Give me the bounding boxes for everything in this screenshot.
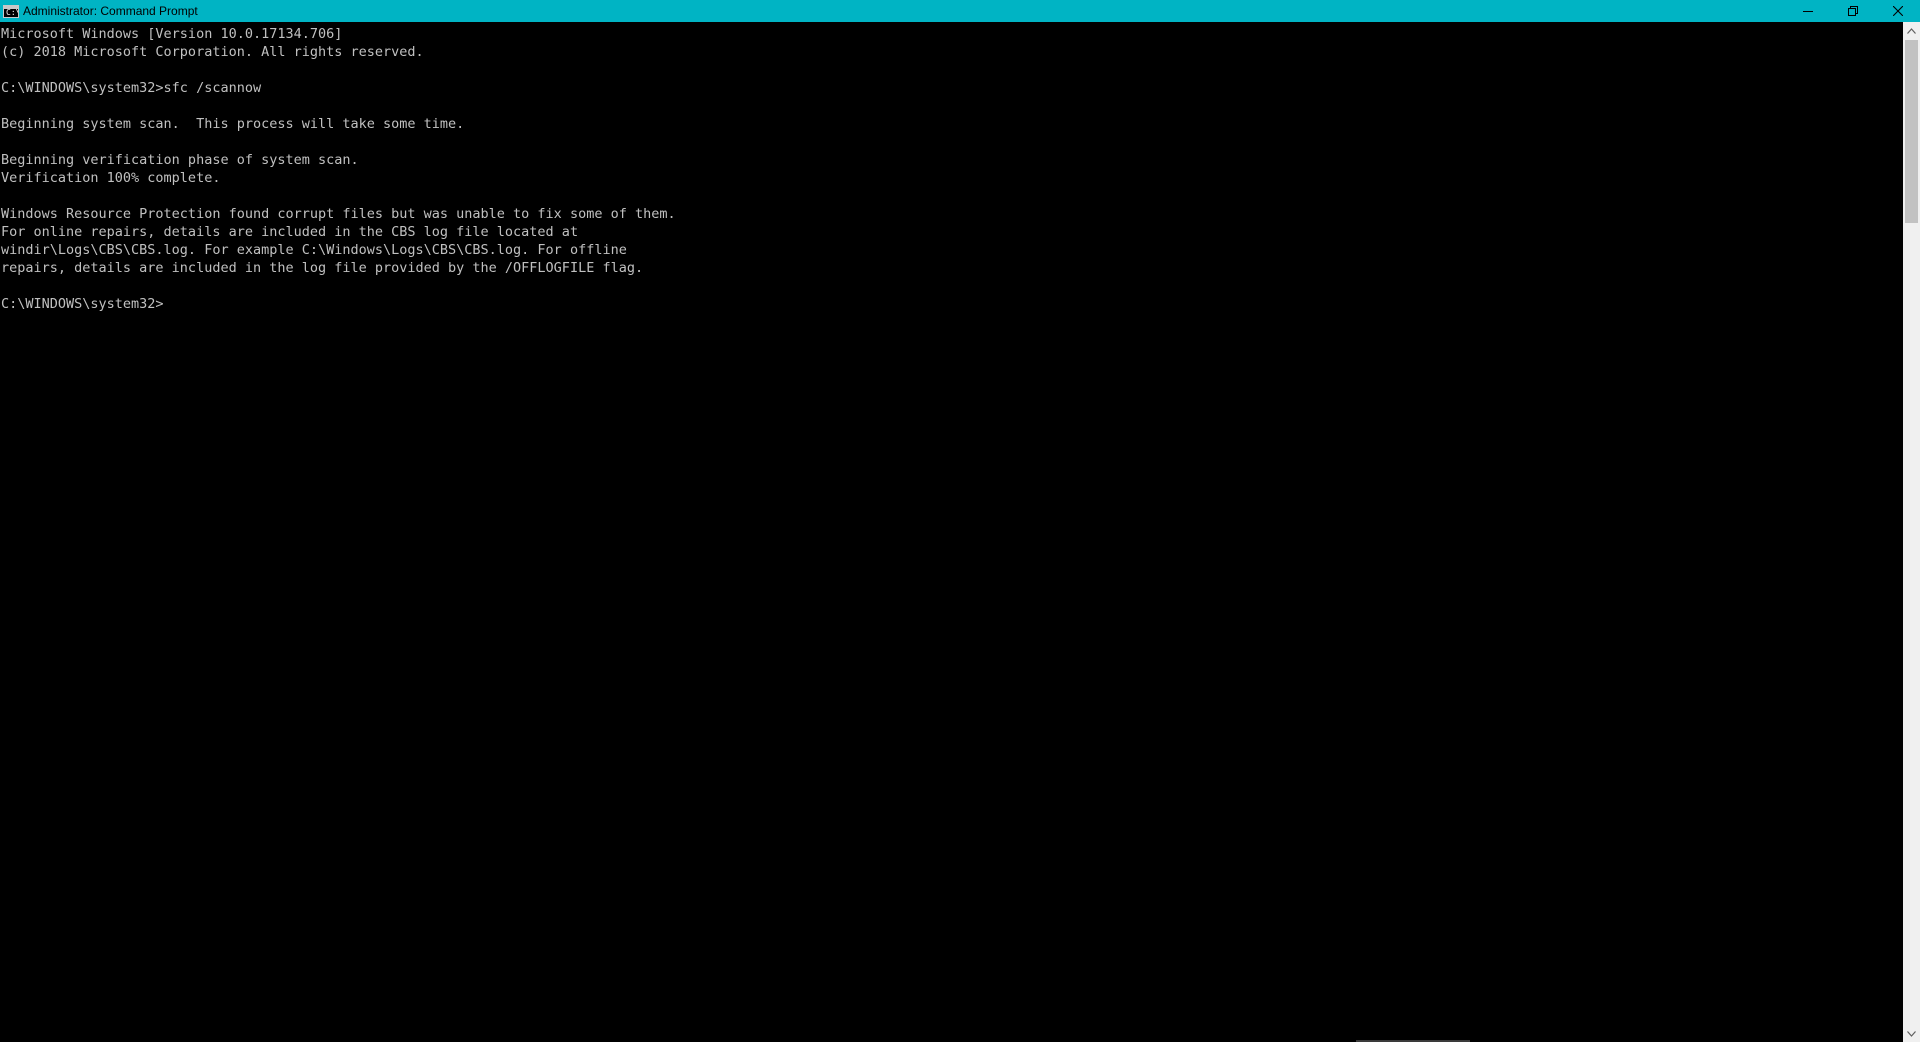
cmd-icon[interactable]: C:\ [3, 4, 19, 18]
console-line: C:\WINDOWS\system32>sfc /scannow [1, 80, 262, 96]
console-line: (c) 2018 Microsoft Corporation. All righ… [1, 44, 424, 60]
console-line: Beginning system scan. This process will… [1, 116, 465, 132]
restore-button[interactable] [1830, 0, 1875, 22]
scroll-up-button[interactable] [1903, 22, 1920, 39]
scroll-down-arrow-icon [1907, 1030, 1916, 1037]
cmd-icon-glyph: C:\ [6, 7, 18, 17]
console-line: For online repairs, details are included… [1, 224, 579, 240]
minimize-icon [1802, 11, 1813, 12]
console-line: windir\Logs\CBS\CBS.log. For example C:\… [1, 242, 627, 258]
console-line: Verification 100% complete. [1, 170, 221, 186]
console-text: Microsoft Windows [Version 10.0.17134.70… [0, 22, 1903, 313]
close-button[interactable] [1875, 0, 1920, 22]
scrollbar-thumb[interactable] [1905, 40, 1918, 223]
console-line: repairs, details are included in the log… [1, 260, 644, 276]
console-prompt-line[interactable]: C:\WINDOWS\system32> [1, 295, 1903, 313]
close-icon [1892, 6, 1903, 16]
command-prompt-window: C:\ Administrator: Command Prompt [0, 0, 1920, 1042]
console-line: Microsoft Windows [Version 10.0.17134.70… [1, 26, 343, 42]
window-controls [1785, 0, 1920, 22]
vertical-scrollbar[interactable] [1903, 22, 1920, 1042]
scroll-down-button[interactable] [1903, 1025, 1920, 1042]
restore-icon [1847, 6, 1858, 16]
console-line: Beginning verification phase of system s… [1, 152, 359, 168]
console-output-area[interactable]: Microsoft Windows [Version 10.0.17134.70… [0, 22, 1903, 1042]
scroll-up-arrow-icon [1907, 27, 1916, 34]
console-line: Windows Resource Protection found corrup… [1, 206, 676, 222]
minimize-button[interactable] [1785, 0, 1830, 22]
window-title: Administrator: Command Prompt [23, 4, 198, 18]
title-bar[interactable]: C:\ Administrator: Command Prompt [0, 0, 1920, 22]
